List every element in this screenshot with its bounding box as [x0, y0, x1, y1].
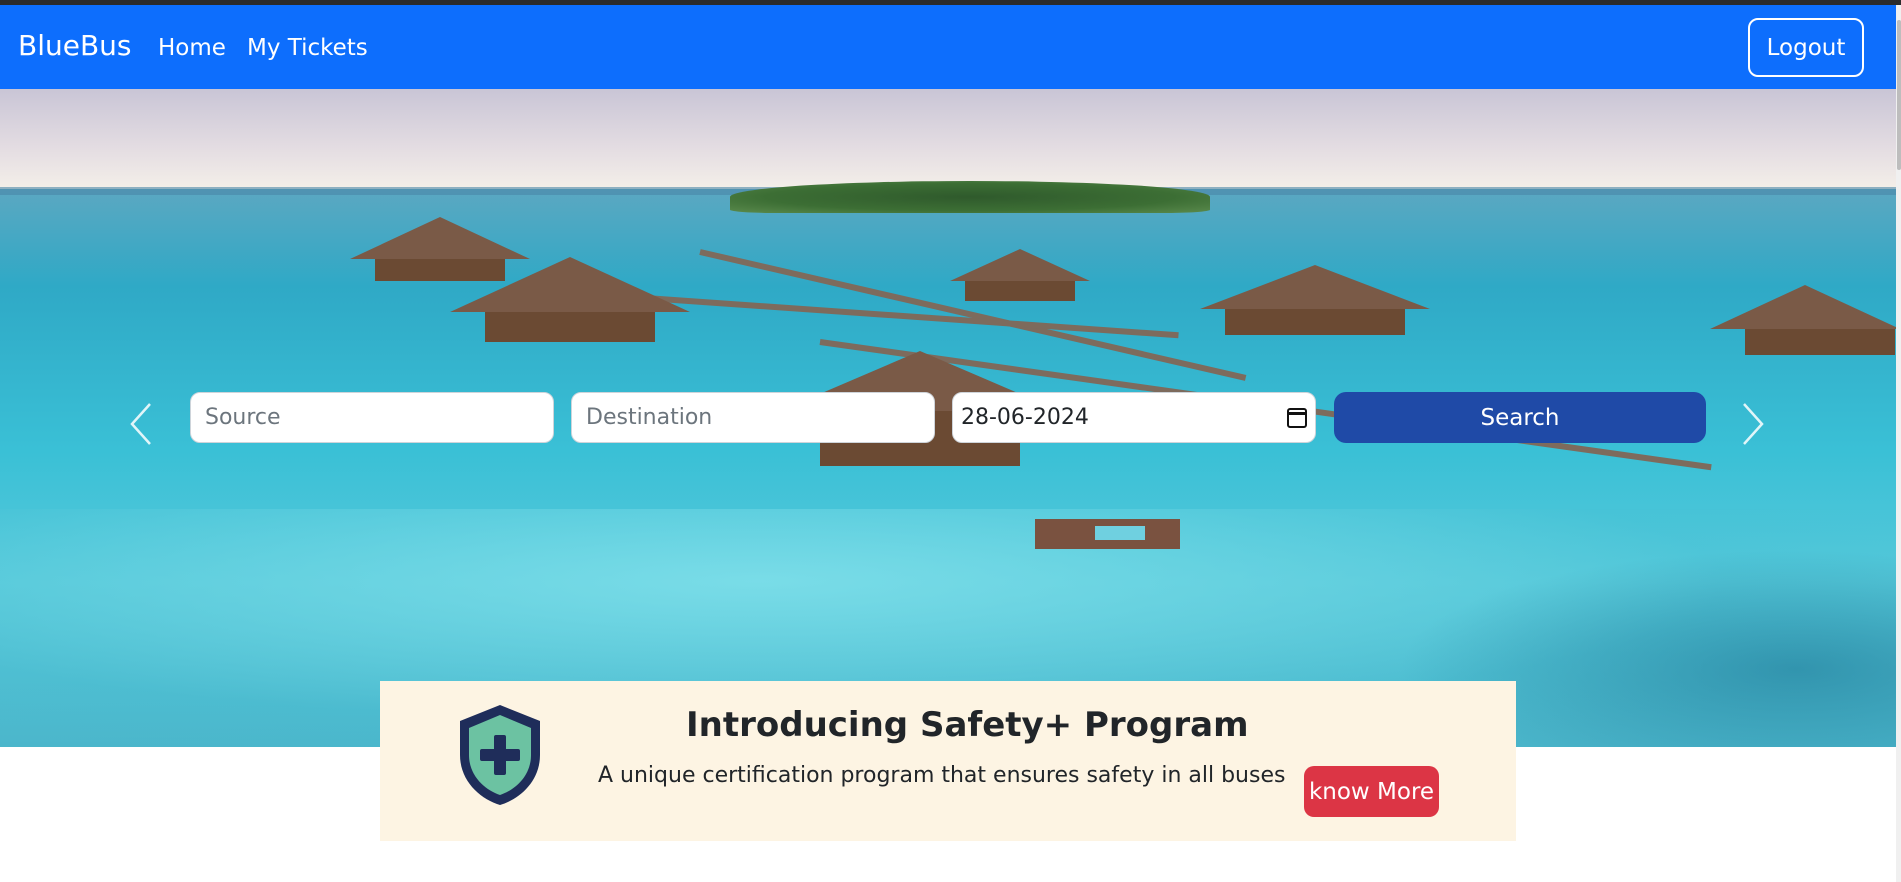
safety-banner: Introducing Safety+ Program A unique cer… — [380, 681, 1516, 841]
chevron-right-icon[interactable] — [1740, 400, 1766, 458]
date-input[interactable]: 28-06-2024 — [952, 392, 1316, 443]
hero-hut — [485, 312, 655, 342]
hero-hut — [965, 281, 1075, 301]
destination-input[interactable] — [571, 392, 935, 443]
know-more-button[interactable]: know More — [1304, 766, 1439, 817]
source-input[interactable] — [190, 392, 554, 443]
hero-hut — [1225, 309, 1405, 335]
shield-plus-icon — [460, 705, 540, 805]
calendar-icon[interactable] — [1287, 407, 1307, 428]
search-button[interactable]: Search — [1334, 392, 1706, 443]
nav-link-home[interactable]: Home — [158, 35, 226, 61]
date-value: 28-06-2024 — [961, 405, 1089, 430]
hero-hut-roof — [1710, 285, 1896, 329]
hero-hut — [1745, 329, 1895, 355]
safety-title: Introducing Safety+ Program — [686, 705, 1249, 745]
chevron-left-icon[interactable] — [128, 400, 154, 458]
navbar: BlueBus Home My Tickets Logout — [0, 5, 1896, 89]
hero-hut-roof — [1200, 265, 1430, 309]
hero-hut-roof — [450, 257, 690, 312]
hero-hut-roof — [350, 217, 530, 259]
hero-island — [730, 181, 1210, 213]
scrollbar-thumb[interactable] — [1897, 20, 1901, 170]
brand-logo[interactable]: BlueBus — [18, 29, 132, 62]
nav-link-my-tickets[interactable]: My Tickets — [247, 35, 368, 61]
safety-subtitle: A unique certification program that ensu… — [598, 763, 1286, 788]
hero-pool — [1095, 526, 1145, 540]
hero-sky — [0, 89, 1896, 189]
hero-hut-roof — [950, 249, 1090, 281]
logout-button[interactable]: Logout — [1748, 18, 1864, 77]
